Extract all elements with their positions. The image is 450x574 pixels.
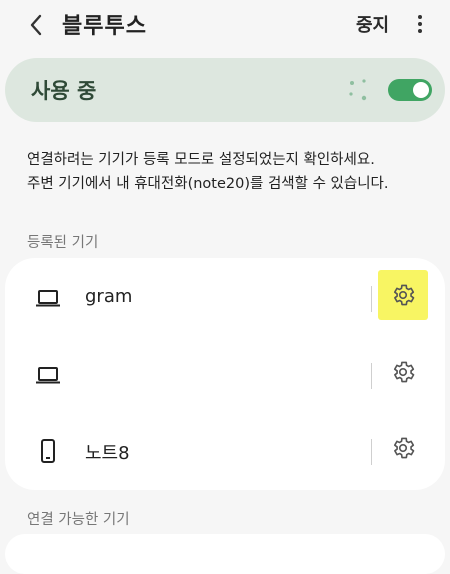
device-row-note8[interactable]: 노트8 <box>5 414 445 488</box>
phone-icon <box>41 439 55 463</box>
more-vertical-icon <box>418 15 422 33</box>
toggle-knob <box>413 82 429 98</box>
gear-icon <box>393 437 415 459</box>
device-name: 노트8 <box>85 443 130 464</box>
device-settings-button[interactable] <box>378 270 428 320</box>
gear-icon <box>393 284 415 306</box>
available-devices-list <box>5 534 445 574</box>
bluetooth-status-card[interactable]: 사용 중 <box>5 58 445 122</box>
chevron-left-icon <box>30 14 42 36</box>
more-options-button[interactable] <box>410 12 430 36</box>
divider <box>371 363 372 389</box>
info-line-1: 연결하려는 기기가 등록 모드로 설정되었는지 확인하세요. <box>27 152 375 168</box>
registered-devices-header: 등록된 기기 <box>27 235 99 251</box>
top-app-bar: 블루투스 중지 <box>0 0 450 50</box>
status-label: 사용 중 <box>31 79 97 103</box>
registered-devices-list: gram 노트8 <box>5 258 445 490</box>
info-line-2: 주변 기기에서 내 휴대전화(note20)를 검색할 수 있습니다. <box>27 176 389 192</box>
back-button[interactable] <box>22 10 52 40</box>
divider <box>371 286 372 312</box>
laptop-icon <box>36 290 60 307</box>
device-settings-button[interactable] <box>378 347 428 397</box>
stop-button[interactable]: 중지 <box>356 11 389 37</box>
device-row-gram[interactable]: gram <box>5 261 445 335</box>
page-title: 블루투스 <box>62 14 147 39</box>
divider <box>371 439 372 465</box>
redacted-device-name <box>80 361 211 391</box>
gear-icon <box>393 361 415 383</box>
scanning-spinner-icon <box>349 79 367 101</box>
available-devices-header: 연결 가능한 기기 <box>27 512 130 528</box>
device-row-unnamed[interactable] <box>5 338 445 412</box>
device-name: gram <box>85 286 133 307</box>
device-settings-button[interactable] <box>378 423 428 473</box>
bluetooth-toggle[interactable] <box>388 79 432 101</box>
info-text: 연결하려는 기기가 등록 모드로 설정되었는지 확인하세요. 주변 기기에서 내… <box>27 148 442 196</box>
laptop-icon <box>36 367 60 384</box>
